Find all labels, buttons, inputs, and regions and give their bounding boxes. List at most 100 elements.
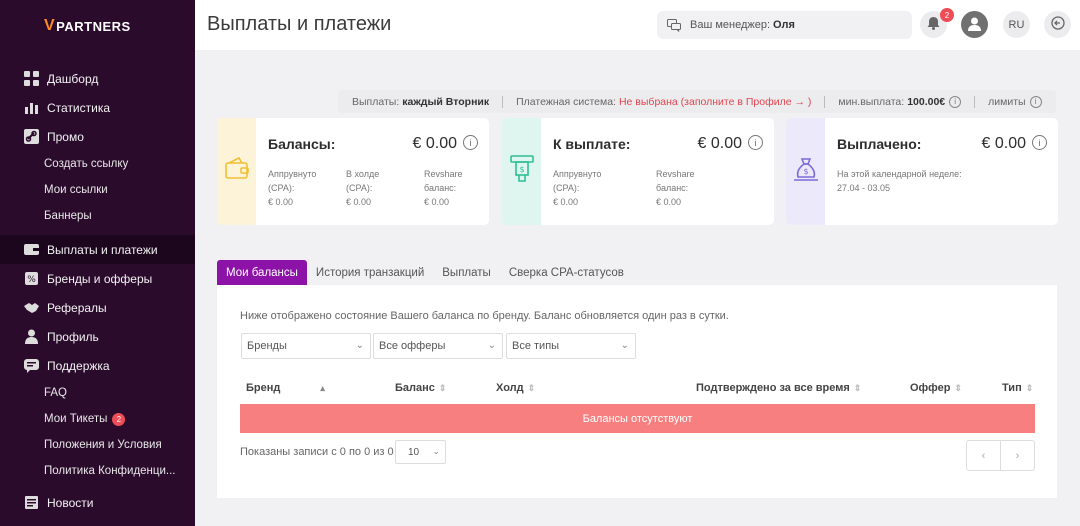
sidebar-item-promo[interactable]: Промо [0, 122, 195, 151]
sidebar-item-payouts[interactable]: Выплаты и платежи [0, 235, 195, 264]
sidebar-item-brands[interactable]: % Бренды и офферы [0, 264, 195, 293]
tickets-badge: 2 [112, 412, 126, 426]
card-value: € 0.00 [412, 135, 457, 152]
chevron-down-icon: ⌄ [432, 446, 440, 456]
card-title: Выплачено: [837, 136, 922, 152]
pagination: ‹ › [966, 440, 1035, 471]
offers-select[interactable]: Все офферы ⌄ [373, 333, 503, 359]
manager-box[interactable]: Ваш менеджер: Оля [657, 11, 912, 39]
card-note: На этой календарной неделе: 27.04 - 03.05 [837, 169, 962, 193]
empty-table-row: Балансы отсутствуют [240, 404, 1035, 433]
chevron-left-icon: ‹ [981, 449, 986, 462]
card-title: К выплате: [553, 136, 631, 152]
logout-button[interactable] [1044, 11, 1071, 38]
chat-icon [24, 358, 39, 373]
tab-cpa-reconciliation[interactable]: Сверка CPA-статусов [500, 260, 633, 285]
sidebar-item-referrals[interactable]: Рефералы [0, 293, 195, 322]
manager-chat-icon [667, 18, 681, 32]
sidebar-subitem-privacy[interactable]: Политика Конфиденци... [0, 458, 195, 484]
balances-card: Балансы: € 0.00 i Аппрувнуто (CPA): € 0.00… [217, 118, 489, 225]
sidebar-item-dashboard[interactable]: Дашборд [0, 64, 195, 93]
card-value: € 0.00 [697, 135, 742, 152]
notifications-badge: 2 [940, 8, 954, 22]
avatar[interactable] [961, 11, 988, 38]
column-header-brand[interactable]: Бренд ▴ [246, 382, 325, 394]
card-title: Балансы: [268, 136, 336, 152]
paid-card: $ Выплачено: € 0.00 i На этой календарно… [786, 118, 1058, 225]
bell-icon [927, 16, 940, 33]
card-col: Revshare баланс: € 0.00 [424, 169, 463, 207]
chevron-down-icon: ⌄ [355, 340, 364, 351]
user-icon [24, 329, 39, 344]
svg-text:$: $ [519, 165, 524, 174]
column-header-type[interactable]: Тип ⇕ [1002, 382, 1033, 394]
card-strip [217, 118, 256, 225]
logo[interactable]: V PARTNERS [44, 17, 131, 35]
card-col: Аппрувнуто (CPA): € 0.00 [268, 169, 317, 207]
per-page-select[interactable]: 10 ⌄ [395, 440, 446, 464]
sidebar-subitem-faq[interactable]: FAQ [0, 380, 195, 406]
card-col: Revshare баланс: € 0.00 [656, 169, 695, 207]
card-strip: $ [786, 118, 825, 225]
card-strip: $ [502, 118, 541, 225]
top-bar: Выплаты и платежи Ваш менеджер: Оля 2 RU [195, 0, 1080, 50]
records-info: Показаны записи с 0 по 0 из 0 [240, 446, 394, 458]
sort-icon: ⇕ [1025, 383, 1034, 393]
sidebar-item-profile[interactable]: Профиль [0, 322, 195, 351]
payout-info-bar: Выплаты: каждый Вторник Платежная система… [338, 90, 1056, 113]
tab-payouts[interactable]: Выплаты [433, 260, 500, 285]
min-payout-info-icon[interactable]: i [949, 95, 962, 108]
tab-my-balances[interactable]: Мои балансы [217, 260, 307, 285]
to-pay-card: $ К выплате: € 0.00 i Аппрувнуто (CPA): € … [502, 118, 774, 225]
sidebar: V PARTNERS Дашборд Статистика Промо Созд… [0, 0, 195, 526]
sidebar-item-statistics[interactable]: Статистика [0, 93, 195, 122]
chevron-down-icon: ⌄ [487, 340, 496, 351]
sidebar-subitem-my-links[interactable]: Мои ссылки [0, 177, 195, 203]
sort-icon: ⇕ [527, 383, 536, 393]
card-info-icon[interactable]: i [748, 135, 763, 150]
cash-withdraw-icon: $ [509, 155, 534, 188]
column-header-balance[interactable]: Баланс ⇕ [395, 382, 446, 394]
newspaper-icon [24, 495, 39, 510]
types-select[interactable]: Все типы ⌄ [506, 333, 636, 359]
sort-icon: ⇕ [954, 383, 963, 393]
panel-description: Ниже отображено состояние Вашего баланса… [240, 310, 729, 322]
sidebar-nav: Дашборд Статистика Промо Создать ссылку … [0, 64, 195, 517]
sidebar-subitem-create-link[interactable]: Создать ссылку [0, 151, 195, 177]
language-switch[interactable]: RU [1003, 11, 1030, 38]
sidebar-item-news[interactable]: Новости [0, 488, 195, 517]
sort-icon: ⇕ [438, 383, 447, 393]
tabs: Мои балансы История транзакций Выплаты С… [217, 260, 633, 285]
chevron-right-icon: › [1015, 449, 1020, 462]
sidebar-item-support[interactable]: Поддержка [0, 351, 195, 380]
sort-asc-icon: ▴ [320, 383, 325, 393]
payment-system-warning-link[interactable]: Не выбрана (заполните в Профиле → ) [619, 96, 811, 108]
wallet-icon [24, 242, 39, 257]
limits-info-icon[interactable]: i [1029, 95, 1042, 108]
link-icon [24, 129, 39, 144]
column-header-offer[interactable]: Оффер ⇕ [910, 382, 962, 394]
notifications-button[interactable]: 2 [920, 8, 954, 38]
column-header-hold[interactable]: Холд ⇕ [496, 382, 535, 394]
handshake-icon [24, 300, 39, 315]
balances-panel: Ниже отображено состояние Вашего баланса… [217, 285, 1057, 498]
svg-text:%: % [27, 275, 36, 285]
column-header-confirmed[interactable]: Подтверждено за все время ⇕ [696, 382, 861, 394]
chevron-down-icon: ⌄ [620, 340, 629, 351]
sidebar-subitem-terms[interactable]: Положения и Условия [0, 432, 195, 458]
brands-select[interactable]: Бренды ⌄ [241, 333, 371, 359]
tab-transaction-history[interactable]: История транзакций [307, 260, 433, 285]
sidebar-subitem-tickets[interactable]: Мои Тикеты 2 [0, 406, 195, 432]
sidebar-subitem-banners[interactable]: Баннеры [0, 203, 195, 229]
tag-icon: % [24, 271, 39, 286]
user-avatar-icon [967, 16, 982, 34]
wallet-icon [224, 156, 250, 186]
limits-link[interactable]: лимиты [988, 96, 1025, 108]
page-title: Выплаты и платежи [207, 13, 392, 35]
prev-page-button[interactable]: ‹ [967, 441, 1001, 470]
next-page-button[interactable]: › [1001, 441, 1034, 470]
card-info-icon[interactable]: i [1032, 135, 1047, 150]
card-info-icon[interactable]: i [463, 135, 478, 150]
bar-chart-icon [24, 100, 39, 115]
card-value: € 0.00 [981, 135, 1026, 152]
